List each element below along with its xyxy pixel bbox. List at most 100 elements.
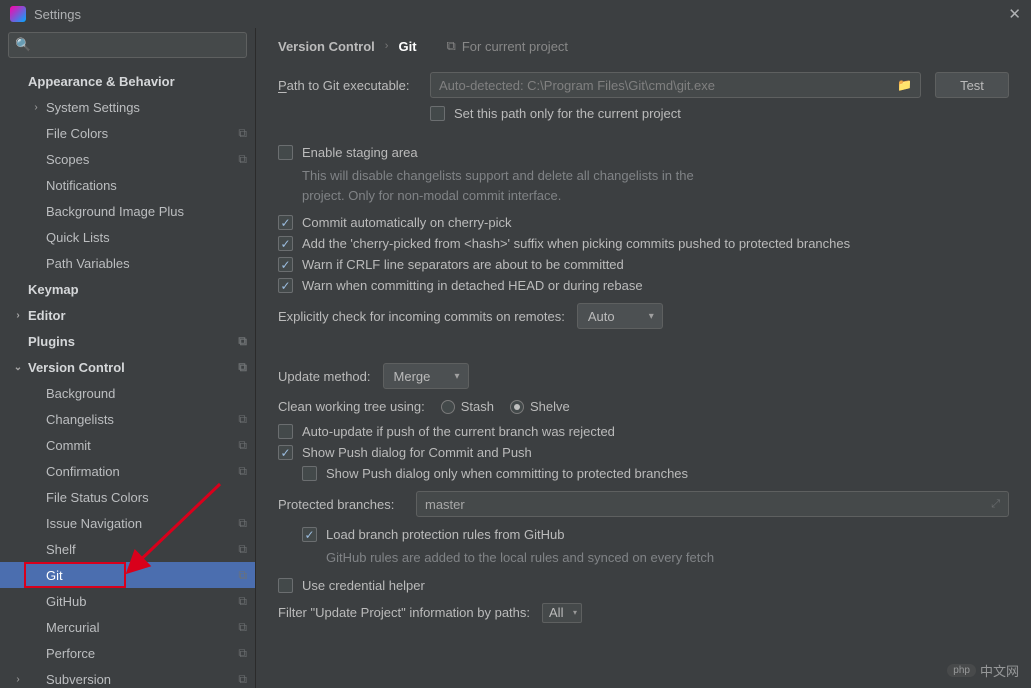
folder-icon[interactable]: 📁 xyxy=(897,78,912,92)
chevron-icon: ⌄ xyxy=(12,362,24,373)
remote-check-select[interactable]: Auto xyxy=(577,303,663,329)
stash-radio[interactable]: Stash xyxy=(441,399,494,414)
settings-tree: Appearance & Behavior›System SettingsFil… xyxy=(0,68,255,688)
chevron-icon: › xyxy=(12,674,24,685)
sidebar-item-notifications[interactable]: Notifications xyxy=(0,172,255,198)
sidebar-item-label: GitHub xyxy=(46,594,238,609)
scope-icon: ⧉ xyxy=(238,412,247,427)
update-method-label: Update method: xyxy=(278,369,371,384)
sidebar-item-scopes[interactable]: Scopes⧉ xyxy=(0,146,255,172)
update-method-select[interactable]: Merge xyxy=(383,363,469,389)
sidebar-item-github[interactable]: GitHub⧉ xyxy=(0,588,255,614)
sidebar-item-background-image-plus[interactable]: Background Image Plus xyxy=(0,198,255,224)
sidebar-item-label: Editor xyxy=(28,308,247,323)
watermark: php中文网 xyxy=(947,661,1019,680)
chevron-icon: › xyxy=(30,102,42,113)
scope-icon: ⧉ xyxy=(238,672,247,687)
sidebar-item-label: Shelf xyxy=(46,542,238,557)
staging-area-label: Enable staging area xyxy=(302,145,418,160)
sidebar-item-perforce[interactable]: Perforce⧉ xyxy=(0,640,255,666)
test-button[interactable]: Test xyxy=(935,72,1009,98)
sidebar-item-file-colors[interactable]: File Colors⧉ xyxy=(0,120,255,146)
close-icon[interactable]: ✕ xyxy=(1008,5,1021,23)
sidebar-item-quick-lists[interactable]: Quick Lists xyxy=(0,224,255,250)
scope-icon: ⧉ xyxy=(238,542,247,557)
expand-icon[interactable]: ⤢ xyxy=(991,498,1000,511)
sidebar-item-shelf[interactable]: Shelf⧉ xyxy=(0,536,255,562)
clean-tree-label: Clean working tree using: xyxy=(278,399,425,414)
sidebar-item-label: File Status Colors xyxy=(46,490,247,505)
cherry-auto-checkbox[interactable] xyxy=(278,215,293,230)
sidebar-item-mercurial[interactable]: Mercurial⧉ xyxy=(0,614,255,640)
sidebar-item-plugins[interactable]: Plugins⧉ xyxy=(0,328,255,354)
git-path-label: Path to Git executable: xyxy=(278,78,416,93)
crlf-warn-checkbox[interactable] xyxy=(278,257,293,272)
show-push-dialog-checkbox[interactable] xyxy=(278,445,293,460)
load-github-rules-checkbox[interactable] xyxy=(302,527,317,542)
cherry-auto-label: Commit automatically on cherry-pick xyxy=(302,215,512,230)
breadcrumb-section: Version Control xyxy=(278,39,375,54)
sidebar-item-path-variables[interactable]: Path Variables xyxy=(0,250,255,276)
sidebar-item-label: Quick Lists xyxy=(46,230,247,245)
sidebar-item-label: Notifications xyxy=(46,178,247,193)
load-github-rules-label: Load branch protection rules from GitHub xyxy=(326,527,564,542)
git-path-input[interactable]: Auto-detected: C:\Program Files\Git\cmd\… xyxy=(430,72,921,98)
sidebar-item-commit[interactable]: Commit⧉ xyxy=(0,432,255,458)
chevron-right-icon: › xyxy=(385,40,389,52)
breadcrumb-page: Git xyxy=(398,39,416,54)
filter-paths-label: Filter "Update Project" information by p… xyxy=(278,605,530,620)
scope-icon: ⧉ xyxy=(238,152,247,167)
cherry-suffix-checkbox[interactable] xyxy=(278,236,293,251)
window-title: Settings xyxy=(34,7,1008,22)
copy-icon: ⧉ xyxy=(447,38,456,54)
sidebar-item-subversion[interactable]: › Subversion⧉ xyxy=(0,666,255,688)
sidebar-item-version-control[interactable]: ⌄Version Control⧉ xyxy=(0,354,255,380)
search-field[interactable] xyxy=(35,38,240,53)
sidebar-item-label: Confirmation xyxy=(46,464,238,479)
sidebar-item-git[interactable]: Git⧉ xyxy=(0,562,255,588)
auto-update-push-label: Auto-update if push of the current branc… xyxy=(302,424,615,439)
sidebar-item-system-settings[interactable]: ›System Settings xyxy=(0,94,255,120)
auto-update-push-checkbox[interactable] xyxy=(278,424,293,439)
sidebar-item-editor[interactable]: ›Editor xyxy=(0,302,255,328)
sidebar-item-label: Mercurial xyxy=(46,620,238,635)
scope-icon: ⧉ xyxy=(238,360,247,375)
sidebar-item-label: Issue Navigation xyxy=(46,516,238,531)
search-input[interactable]: 🔍 xyxy=(8,32,247,58)
filter-paths-select[interactable]: All xyxy=(542,603,582,623)
show-push-dialog-label: Show Push dialog for Commit and Push xyxy=(302,445,532,460)
scope-indicator: ⧉ For current project xyxy=(447,38,569,54)
sidebar-item-confirmation[interactable]: Confirmation⧉ xyxy=(0,458,255,484)
set-path-project-checkbox[interactable] xyxy=(430,106,445,121)
sidebar-item-file-status-colors[interactable]: File Status Colors xyxy=(0,484,255,510)
staging-area-checkbox[interactable] xyxy=(278,145,293,160)
sidebar-item-keymap[interactable]: Keymap xyxy=(0,276,255,302)
protected-branches-input[interactable]: master ⤢ xyxy=(416,491,1009,517)
sidebar-item-label: Plugins xyxy=(28,334,238,349)
shelve-radio[interactable]: Shelve xyxy=(510,399,570,414)
sidebar-item-label: Background xyxy=(46,386,247,401)
credential-helper-checkbox[interactable] xyxy=(278,578,293,593)
show-push-protected-checkbox[interactable] xyxy=(302,466,317,481)
sidebar-item-changelists[interactable]: Changelists⧉ xyxy=(0,406,255,432)
github-rules-hint: GitHub rules are added to the local rule… xyxy=(326,548,756,568)
sidebar-item-label: Scopes xyxy=(46,152,238,167)
scope-icon: ⧉ xyxy=(238,126,247,141)
sidebar-item-label: Background Image Plus xyxy=(46,204,247,219)
protected-branches-label: Protected branches: xyxy=(278,497,404,512)
staging-area-hint: This will disable changelists support an… xyxy=(302,166,732,205)
scope-icon: ⧉ xyxy=(238,438,247,453)
credential-helper-label: Use credential helper xyxy=(302,578,425,593)
detached-warn-checkbox[interactable] xyxy=(278,278,293,293)
scope-icon: ⧉ xyxy=(238,620,247,635)
show-push-protected-label: Show Push dialog only when committing to… xyxy=(326,466,688,481)
sidebar-item-appearance-behavior[interactable]: Appearance & Behavior xyxy=(0,68,255,94)
sidebar-item-background[interactable]: Background xyxy=(0,380,255,406)
sidebar-item-issue-navigation[interactable]: Issue Navigation⧉ xyxy=(0,510,255,536)
scope-icon: ⧉ xyxy=(238,568,247,583)
sidebar-item-label: Git xyxy=(46,568,238,583)
set-path-project-label: Set this path only for the current proje… xyxy=(454,106,681,121)
search-icon: 🔍 xyxy=(15,37,31,53)
sidebar-item-label: Subversion xyxy=(46,672,238,687)
scope-icon: ⧉ xyxy=(238,646,247,661)
